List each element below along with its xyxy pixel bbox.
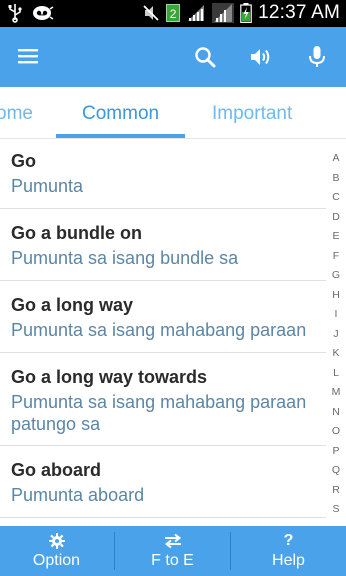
phrase-translation: Pumunta aboard	[11, 485, 145, 505]
swap-arrows-icon	[115, 530, 230, 552]
alpha-letter[interactable]: J	[328, 328, 344, 348]
phrase-translation-line-2: patungo sa	[11, 414, 101, 434]
tab-important[interactable]: Important	[212, 103, 292, 125]
alpha-letter[interactable]: N	[328, 406, 344, 426]
alpha-letter[interactable]: P	[328, 445, 344, 465]
status-right-icons: 2 12:37 AM	[142, 2, 340, 24]
phrase-english: Go a long way towards	[11, 367, 208, 387]
speaker-icon[interactable]	[245, 41, 277, 73]
alpha-letter[interactable]: R	[328, 484, 344, 504]
bottom-bar: Option F to E ? Help	[0, 526, 346, 576]
alpha-letter[interactable]: M	[328, 386, 344, 406]
active-tab-indicator	[56, 134, 185, 138]
question-icon: ?	[283, 532, 294, 549]
alpha-letter[interactable]: K	[328, 347, 344, 367]
phrase-english: Go	[11, 151, 36, 171]
alpha-letter[interactable]: E	[328, 230, 344, 250]
phrase-translation: Pumunta sa isang bundle sa	[11, 248, 239, 268]
voicemail-icon	[32, 4, 54, 22]
alpha-letter[interactable]: I	[328, 308, 344, 328]
alpha-letter[interactable]: F	[328, 250, 344, 270]
phrase-translation: Pumunta	[11, 176, 84, 196]
phrase-english: Go aboard	[11, 460, 102, 480]
status-bar: 2 12:37 AM	[0, 0, 346, 27]
list-item[interactable]: Go Pumunta	[0, 140, 326, 209]
tab-bar: ome Common Important	[0, 87, 346, 139]
sim-badge: 2	[166, 4, 181, 22]
translate-direction-label: F to E	[151, 552, 194, 569]
usb-icon	[8, 3, 22, 23]
help-button[interactable]: ? Help	[231, 526, 346, 576]
option-label: Option	[32, 552, 81, 569]
alpha-letter[interactable]: G	[328, 269, 344, 289]
list-item[interactable]: Go a bundle on Pumunta sa isang bundle s…	[0, 209, 326, 281]
phrase-english: Go a long way	[11, 295, 134, 315]
alpha-letter[interactable]: L	[328, 367, 344, 387]
list-item[interactable]: Go a long way Pumunta sa isang mahabang …	[0, 281, 326, 353]
microphone-icon[interactable]	[301, 41, 333, 73]
tab-home[interactable]: ome	[0, 103, 33, 125]
phrase-list[interactable]: Go Pumunta Go a bundle on Pumunta sa isa…	[0, 140, 326, 524]
alpha-letter[interactable]: O	[328, 425, 344, 445]
alpha-letter[interactable]: H	[328, 289, 344, 309]
alpha-letter[interactable]: A	[328, 152, 344, 172]
phrase-translation-line-1: Pumunta sa isang mahabang paraan	[11, 392, 307, 412]
option-button[interactable]: Option	[0, 526, 113, 576]
app-bar	[0, 27, 346, 87]
alpha-letter[interactable]: C	[328, 191, 344, 211]
alphabet-index[interactable]: A B C D E F G H I J K L M N O P Q R S	[328, 152, 344, 523]
gear-icon	[0, 530, 113, 552]
clock-time: 12:37 AM	[258, 2, 340, 23]
signal-icon	[186, 4, 206, 22]
battery-charging-icon	[240, 3, 252, 23]
phrase-translation: Pumunta sa isang mahabang paraan	[11, 320, 307, 340]
signal-icon-2	[212, 3, 235, 23]
tab-common[interactable]: Common	[82, 103, 159, 125]
translate-direction-button[interactable]: F to E	[115, 526, 230, 576]
menu-icon[interactable]	[16, 46, 40, 68]
search-icon[interactable]	[189, 41, 221, 73]
list-item[interactable]: Go a long way towards Pumunta sa isang m…	[0, 353, 326, 446]
list-item[interactable]: Go aboard Pumunta aboard	[0, 446, 326, 518]
alpha-letter[interactable]: D	[328, 211, 344, 231]
alpha-letter[interactable]: S	[328, 503, 344, 523]
help-label: Help	[272, 552, 305, 569]
mute-icon	[142, 4, 160, 22]
phrase-english: Go a bundle on	[11, 223, 142, 243]
status-left-icons	[8, 3, 54, 23]
alpha-letter[interactable]: B	[328, 172, 344, 192]
alpha-letter[interactable]: Q	[328, 464, 344, 484]
